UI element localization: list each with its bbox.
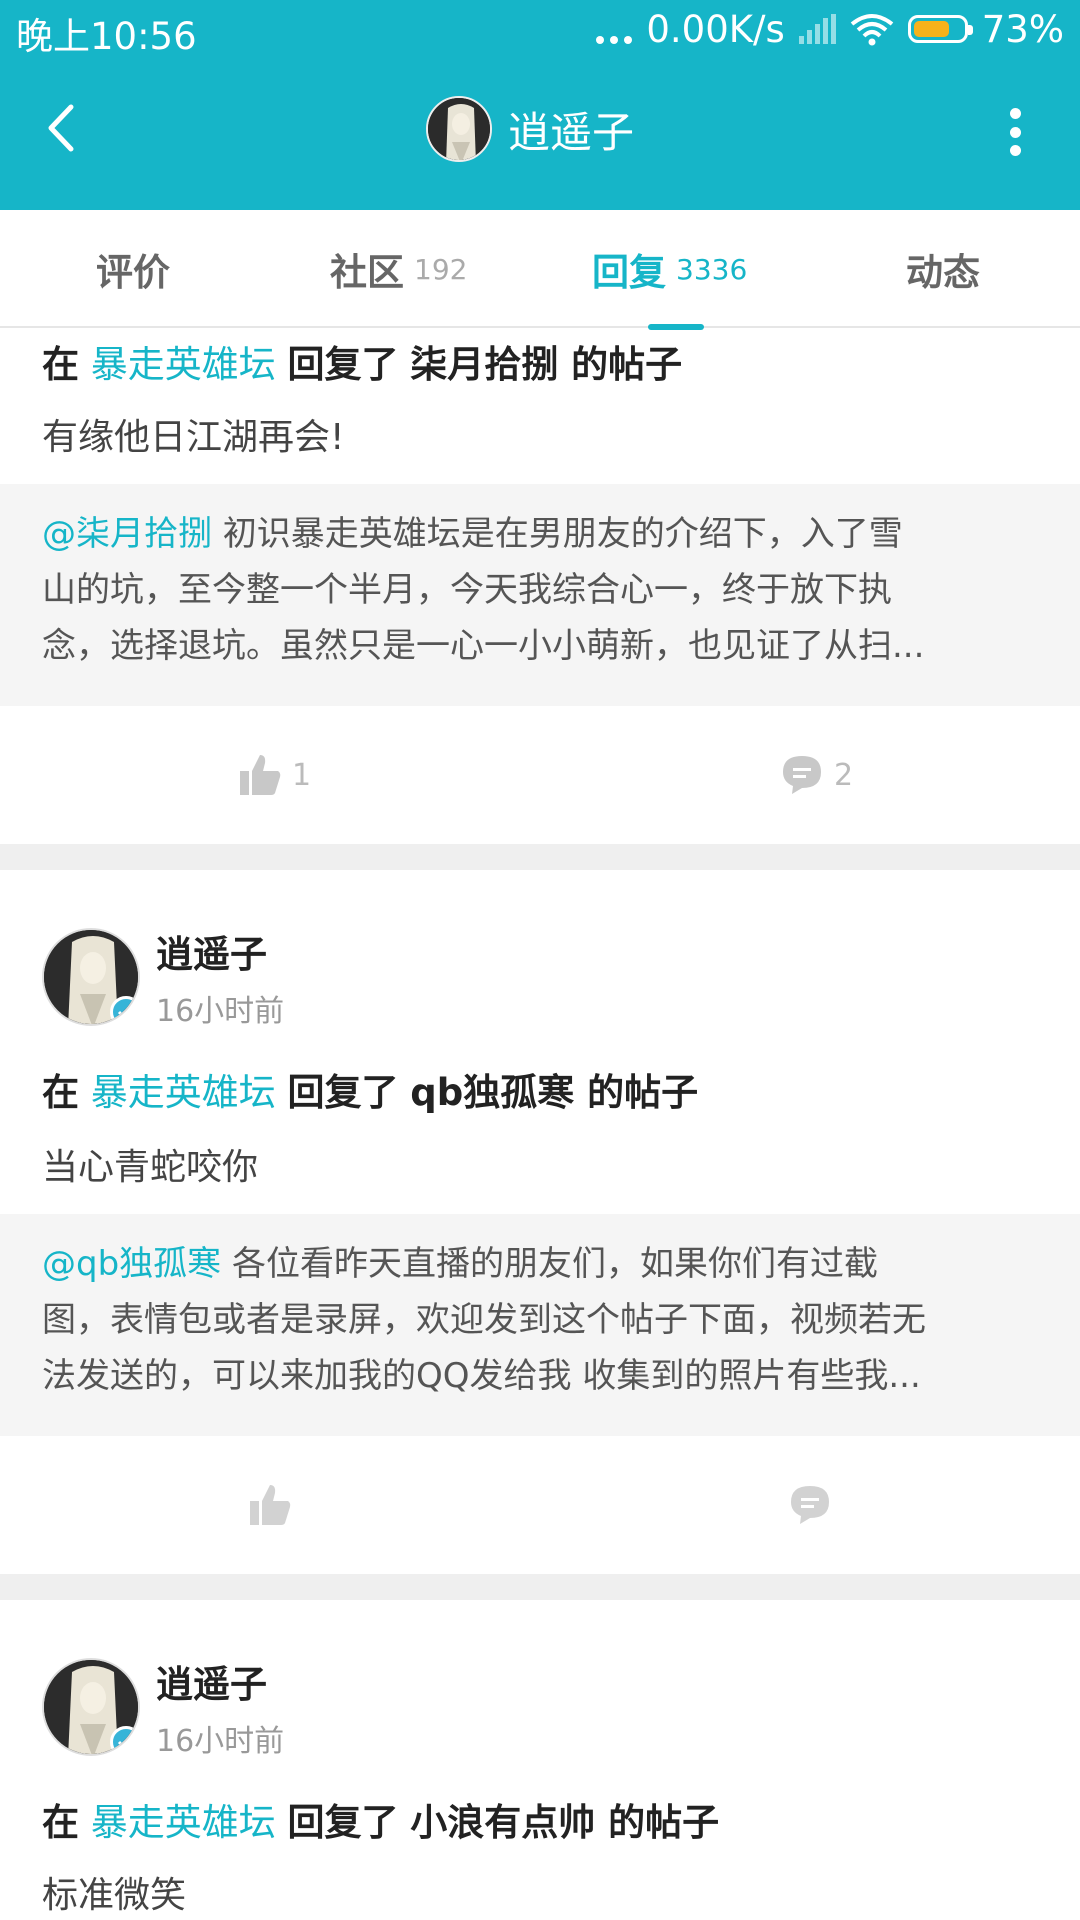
mention-link[interactable]: @柒月拾捌 [42, 514, 212, 554]
tab-reviews[interactable]: 评价 [96, 210, 170, 328]
tab-count: 192 [414, 252, 468, 286]
quote-line: 图，表情包或者是录屏，欢迎发到这个帖子下面，视频若无 [42, 1300, 926, 1340]
battery-percent: 73% [981, 7, 1064, 51]
avatar[interactable] [426, 96, 492, 162]
avatar[interactable] [42, 928, 140, 1026]
tab-community[interactable]: 社区 192 [330, 210, 467, 328]
mention-link[interactable]: @qb独孤寒 [42, 1244, 221, 1284]
comment-icon [791, 1486, 829, 1524]
thumbs-up-icon [250, 1485, 291, 1525]
quoted-post[interactable]: @柒月拾捌 初识暴走英雄坛是在男朋友的介绍下，入了雪 山的坑，至今整一个半月，今… [0, 484, 1080, 706]
app-bar: 逍遥子 [0, 58, 1080, 210]
reply-summary: 在 暴走英雄坛 回复了 小浪有点帅 的帖子 [42, 1792, 719, 1846]
tab-label: 回复 [592, 251, 666, 294]
quoted-post[interactable]: @qb独孤寒 各位看昨天直播的朋友们，如果你们有过截 图，表情包或者是录屏，欢迎… [0, 1214, 1080, 1436]
avatar[interactable] [42, 1658, 140, 1756]
header-profile[interactable]: 逍遥子 [426, 96, 634, 162]
more-button[interactable] [1000, 102, 1030, 162]
comment-button[interactable] [788, 1438, 832, 1572]
section-divider [0, 844, 1080, 870]
action-text: 回复了 [287, 1801, 399, 1844]
comment-count: 2 [834, 757, 854, 793]
forum-link[interactable]: 暴走英雄坛 [91, 1071, 276, 1114]
reply-content: 标准微笑 [42, 1875, 187, 1916]
like-button[interactable] [248, 1438, 292, 1572]
tab-bar: 评价 社区 192 回复 3336 动态 [0, 210, 1080, 330]
quote-text: 各位看昨天直播的朋友们，如果你们有过截 [221, 1244, 878, 1284]
author-name[interactable]: 逍遥子 [156, 1654, 284, 1708]
prefix-text: 在 [42, 1801, 79, 1844]
verified-badge-icon [110, 1726, 138, 1754]
more-vertical-icon [1009, 108, 1021, 119]
post-author[interactable]: 逍遥子 16小时前 [42, 1654, 284, 1760]
tab-activity[interactable]: 动态 [906, 210, 980, 328]
reply-summary: 在 暴走英雄坛 回复了 qb独孤寒 的帖子 [42, 1062, 698, 1116]
like-button[interactable]: 1 [238, 708, 311, 842]
quote-line: 念，选择退坑。虽然只是一心一小小萌新，也见证了从扫... [42, 626, 925, 666]
forum-link[interactable]: 暴走英雄坛 [91, 343, 276, 386]
reply-content: 当心青蛇咬你 [42, 1147, 259, 1188]
more-notifications-icon [596, 14, 633, 44]
reply-content: 有缘他日江湖再会! [42, 417, 345, 458]
action-text: 回复了 [287, 343, 399, 386]
back-button[interactable] [30, 98, 90, 158]
reply-summary: 在 暴走英雄坛 回复了 柒月拾捌 的帖子 [42, 334, 682, 388]
network-speed: 0.00K/s [646, 7, 785, 51]
post-time: 16小时前 [156, 1724, 285, 1759]
tab-count: 3336 [676, 252, 748, 286]
action-text: 回复了 [287, 1071, 399, 1114]
tab-replies[interactable]: 回复 3336 [592, 210, 747, 328]
signal-icon [798, 14, 836, 44]
quote-line: 法发送的，可以来加我的QQ发给我 收集到的照片有些我... [42, 1356, 921, 1396]
verified-badge-icon [110, 996, 138, 1024]
section-divider [0, 1574, 1080, 1600]
post-time: 16小时前 [156, 994, 285, 1029]
forum-link[interactable]: 暴走英雄坛 [91, 1801, 276, 1844]
page-title: 逍遥子 [508, 107, 635, 157]
action-row: 1 2 [0, 708, 1080, 842]
tab-label: 评价 [96, 251, 170, 294]
wifi-icon [850, 14, 893, 46]
quote-line: @qb独孤寒 各位看昨天直播的朋友们，如果你们有过截 [42, 1236, 1038, 1292]
active-tab-indicator [648, 324, 704, 330]
thumbs-up-icon [240, 755, 281, 795]
action-row [0, 1438, 1080, 1572]
tab-label: 社区 [330, 251, 404, 294]
battery-icon [907, 15, 973, 43]
quote-line: @柒月拾捌 初识暴走英雄坛是在男朋友的介绍下，入了雪 [42, 506, 1038, 562]
status-bar: 晚上10:56 0.00K/s 73% [0, 0, 1080, 58]
target-post-link[interactable]: 柒月拾捌 的帖子 [410, 343, 682, 386]
status-indicators: 0.00K/s 73% [596, 6, 1064, 52]
target-post-link[interactable]: 小浪有点帅 的帖子 [410, 1801, 719, 1844]
tab-label: 动态 [906, 251, 980, 294]
target-post-link[interactable]: qb独孤寒 的帖子 [410, 1071, 698, 1114]
prefix-text: 在 [42, 343, 79, 386]
prefix-text: 在 [42, 1071, 79, 1114]
like-count: 1 [292, 757, 312, 793]
quote-line: 山的坑，至今整一个半月，今天我综合心一，终于放下执 [42, 570, 892, 610]
back-arrow-icon [48, 104, 74, 152]
status-time: 晚上10:56 [16, 15, 197, 58]
author-name[interactable]: 逍遥子 [156, 924, 284, 978]
comment-button[interactable]: 2 [780, 708, 853, 842]
comment-icon [783, 756, 821, 794]
post-author[interactable]: 逍遥子 16小时前 [42, 924, 284, 1030]
quote-text: 初识暴走英雄坛是在男朋友的介绍下，入了雪 [212, 514, 903, 554]
